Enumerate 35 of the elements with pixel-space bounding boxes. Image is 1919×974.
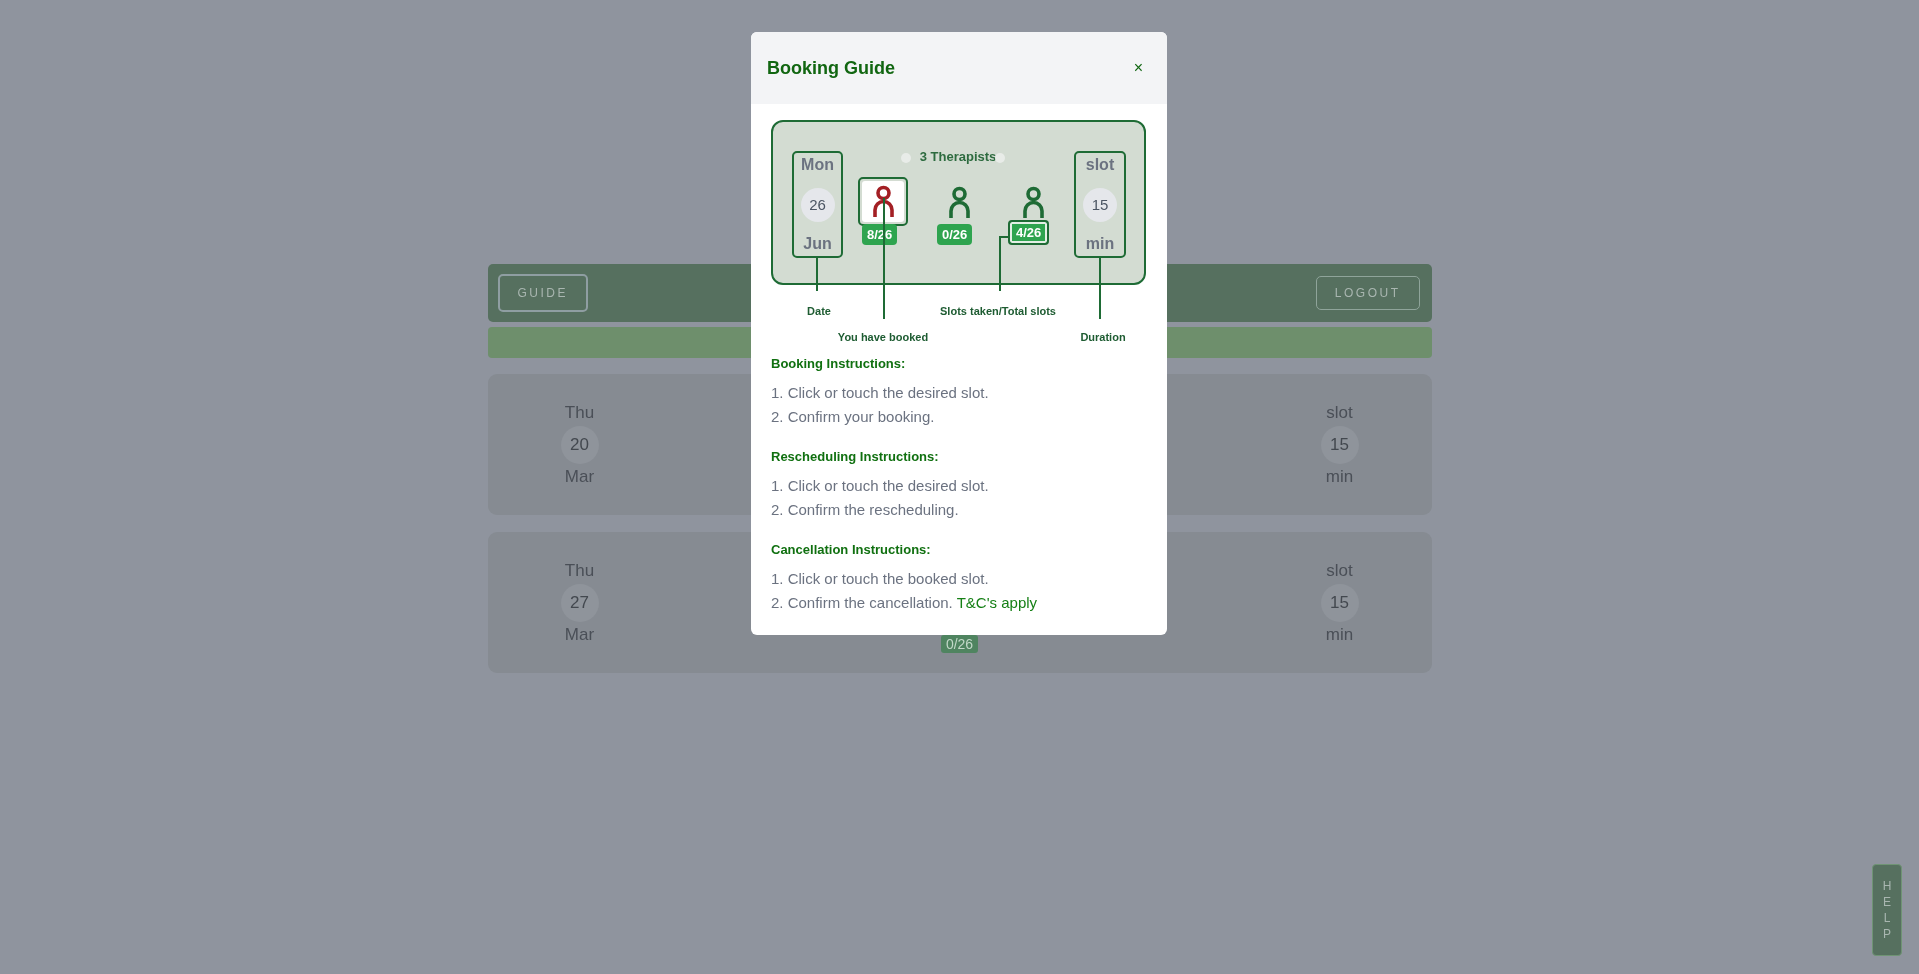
- callout-label: Duration: [1080, 331, 1126, 343]
- month-text: Mar: [564, 623, 595, 646]
- duration-unit: min: [1325, 465, 1354, 488]
- callout-label: You have booked: [837, 331, 929, 343]
- therapists-label: 3 Therapists: [919, 149, 997, 164]
- section-heading: Rescheduling Instructions:: [771, 449, 940, 464]
- section-heading: Cancellation Instructions:: [771, 542, 932, 557]
- instruction-step: 1. Click or touch the desired slot.: [771, 474, 1147, 498]
- section-heading: Booking Instructions:: [771, 356, 907, 371]
- instruction-step: 2. Confirm your booking.: [771, 405, 1147, 429]
- callout-label: Date: [807, 305, 831, 317]
- duration-unit: min: [1325, 623, 1354, 646]
- instruction-step: 2. Confirm the cancellation. T&C's apply: [771, 591, 1147, 615]
- callout-label: Slots taken/Total slots: [940, 305, 1056, 317]
- slots-badge: 0/26: [940, 635, 979, 653]
- date-number: 20: [560, 425, 599, 464]
- slots-badge: 0/26: [937, 224, 973, 245]
- weekday-text: Thu: [564, 401, 595, 424]
- duration-label: slot: [1326, 559, 1353, 582]
- duration-value: 15: [1320, 583, 1359, 622]
- month-text: Mar: [564, 465, 595, 488]
- duration-value: 15: [1320, 425, 1359, 464]
- date-number: 27: [560, 583, 599, 622]
- duration-unit: min: [1085, 235, 1115, 253]
- weekday-text: Thu: [564, 559, 595, 582]
- instruction-step: 1. Click or touch the desired slot.: [771, 381, 1147, 405]
- dialog-title: Booking Guide: [767, 57, 895, 79]
- slots-badge: 4/26: [1008, 220, 1050, 245]
- weekday-text: Mon: [801, 156, 834, 174]
- instruction-step: 1. Click or touch the booked slot.: [771, 567, 1147, 591]
- slots-badge: 8/26: [862, 224, 898, 245]
- duration-label: slot: [1326, 401, 1353, 424]
- month-text: Jun: [803, 235, 832, 253]
- instruction-step: 2. Confirm the rescheduling.: [771, 498, 1147, 522]
- duration-label: slot: [1085, 156, 1115, 174]
